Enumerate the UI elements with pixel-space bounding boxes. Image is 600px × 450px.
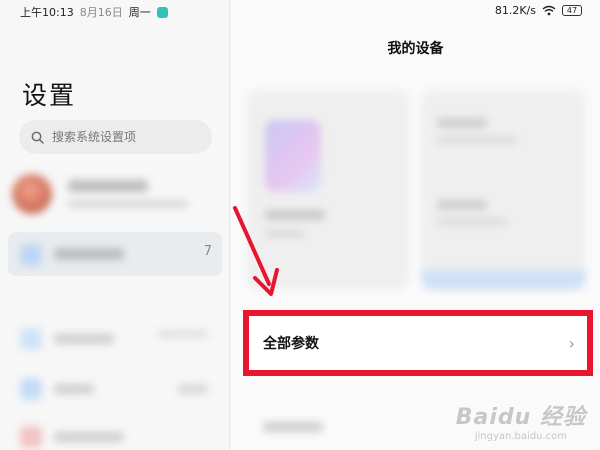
info-value-blurred xyxy=(437,218,507,226)
app-notification-icon xyxy=(156,6,168,18)
weekday: 周一 xyxy=(128,6,151,19)
account-row[interactable] xyxy=(10,170,220,218)
search-input[interactable] xyxy=(52,130,192,144)
account-name-blurred xyxy=(68,180,148,192)
info-value-blurred xyxy=(437,136,517,144)
sidebar-item-blurred-3[interactable] xyxy=(8,420,222,450)
info-label-blurred xyxy=(437,118,487,128)
my-device-title: 我的设备 xyxy=(387,41,444,57)
red-arrow-annotation xyxy=(233,206,279,296)
account-subtitle-blurred xyxy=(68,200,188,208)
chevron-right-icon: › xyxy=(568,333,575,353)
avatar xyxy=(12,174,52,214)
device-detail-panel: 81.2K/s 47 我的设备 全部参数 › Baidu 经验 jingyan.… xyxy=(231,0,600,450)
battery-icon: 47 xyxy=(562,5,582,16)
sidebar-label-blurred xyxy=(54,432,124,442)
info-label-blurred xyxy=(437,200,487,210)
sidebar-icon xyxy=(20,328,42,350)
sidebar-item-blurred-2[interactable] xyxy=(8,372,222,408)
sidebar-label-blurred xyxy=(54,334,114,344)
clock-time: 上午10:13 xyxy=(20,6,74,19)
network-speed: 81.2K/s xyxy=(494,4,536,17)
all-params-label: 全部参数 xyxy=(263,336,319,352)
status-bar-right: 81.2K/s 47 xyxy=(495,4,582,17)
page-title: 设置 xyxy=(22,81,77,110)
baidu-watermark: Baidu 经验 jingyan.baidu.com xyxy=(456,399,586,442)
watermark-sub-text: jingyan.baidu.com xyxy=(474,431,568,442)
all-params-row[interactable]: 全部参数 › xyxy=(243,310,593,376)
wifi-icon xyxy=(542,5,556,16)
storage-bar-blurred xyxy=(421,270,586,290)
sidebar-icon xyxy=(20,426,42,448)
sidebar-label-blurred xyxy=(54,384,94,394)
status-bar-left: 上午10:13 8月16日 周一 xyxy=(20,4,168,20)
lower-item-label-blurred xyxy=(263,422,323,432)
sidebar-item-label-blurred xyxy=(54,248,124,260)
date: 8月16日 xyxy=(79,6,123,19)
sidebar-item-count: 7 xyxy=(203,244,212,259)
search-icon xyxy=(31,131,44,144)
watermark-main-text: Baidu 经验 xyxy=(455,405,586,430)
sidebar-item-my-device[interactable]: 7 xyxy=(8,232,222,276)
settings-sidebar: 上午10:13 8月16日 周一 设置 7 xyxy=(0,0,230,450)
sidebar-value-blurred xyxy=(158,330,208,338)
sidebar-value-blurred xyxy=(178,384,208,394)
sidebar-item-blurred-1[interactable] xyxy=(8,322,222,358)
device-logo-image xyxy=(265,120,321,192)
device-info-card[interactable] xyxy=(421,90,586,290)
device-icon xyxy=(20,244,42,266)
sidebar-icon xyxy=(20,378,42,400)
search-bar[interactable] xyxy=(19,120,212,154)
